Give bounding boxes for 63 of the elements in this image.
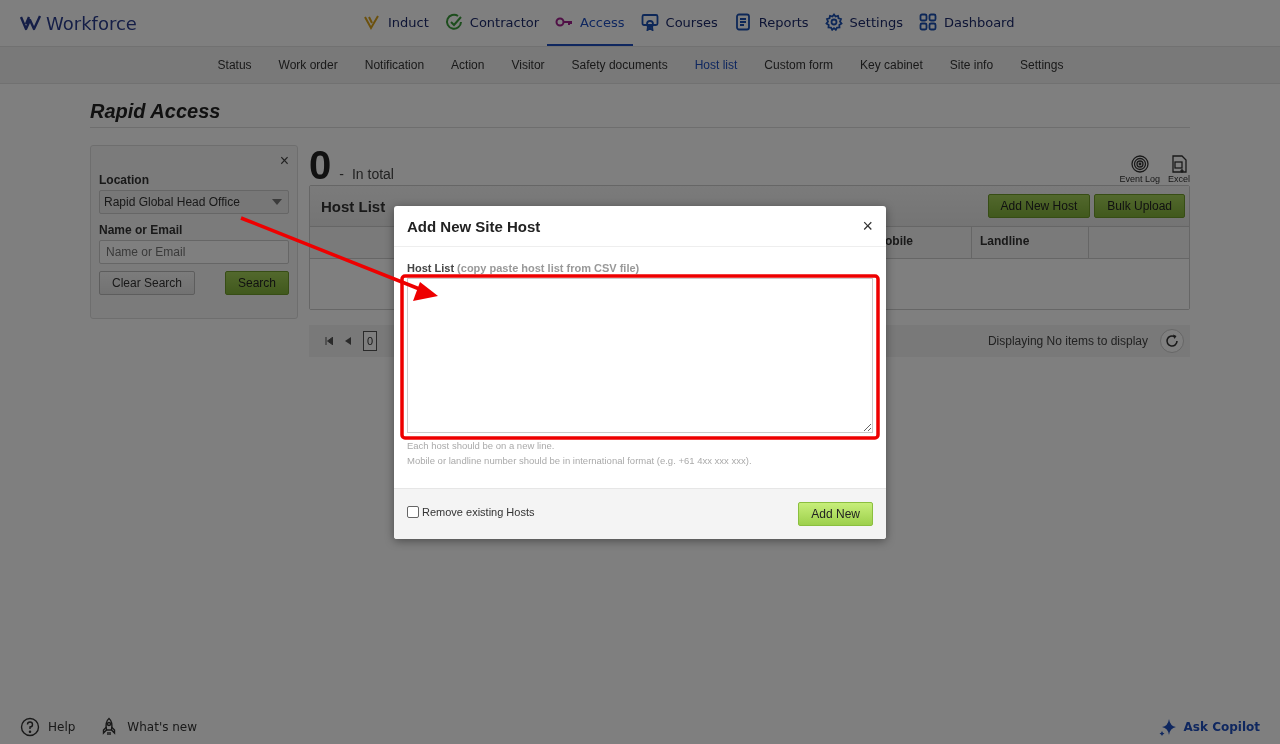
caret-icon xyxy=(272,199,282,205)
nav-tab[interactable]: Settings xyxy=(816,0,911,46)
toolbar-link[interactable]: Event Log xyxy=(1119,155,1160,185)
logo-icon xyxy=(20,15,44,31)
subnav-tab[interactable]: Host list xyxy=(694,58,738,72)
total-count: 0 xyxy=(309,145,332,185)
checkbox[interactable] xyxy=(407,506,419,518)
footer-link[interactable]: What's new xyxy=(99,717,198,737)
subnav-tab[interactable]: Action xyxy=(451,58,485,72)
panel-title: Host List xyxy=(321,197,386,215)
help-icon xyxy=(20,717,40,737)
target-icon xyxy=(1130,155,1149,173)
checkbox-label: Remove existing Hosts xyxy=(422,506,535,518)
refresh-icon xyxy=(1164,333,1180,349)
dash-text: - xyxy=(339,166,344,182)
clear-search-button[interactable]: Clear Search xyxy=(99,271,196,295)
subnav-tab[interactable]: Site info xyxy=(949,58,994,72)
check-circle-icon xyxy=(444,13,463,31)
subnav-tab[interactable]: Custom form xyxy=(764,58,833,72)
nav-tab[interactable]: Dashboard xyxy=(910,0,1023,46)
subnav-tab[interactable]: Safety documents xyxy=(571,58,668,72)
previous-page-icon[interactable] xyxy=(345,337,351,345)
brand-logo[interactable]: Workforce xyxy=(20,12,355,34)
column-header[interactable]: Landline xyxy=(972,227,1089,258)
nav-tab[interactable]: Courses xyxy=(632,0,726,46)
field-label: Host List (copy paste host list from CSV file) xyxy=(407,262,641,274)
page-number[interactable]: 0 xyxy=(363,331,378,351)
close-button[interactable]: × xyxy=(862,215,873,237)
nav-tab[interactable]: Induct xyxy=(355,0,437,46)
copilot-link[interactable]: Ask Copilot xyxy=(1157,717,1260,737)
subnav-tab[interactable]: Visitor xyxy=(511,58,545,72)
settings-icon xyxy=(824,13,843,31)
subnav-tab[interactable]: Status xyxy=(217,58,252,72)
search-button[interactable]: Search xyxy=(224,271,289,295)
first-page-icon[interactable] xyxy=(325,337,333,345)
search-field[interactable]: Name or Email xyxy=(99,240,289,264)
refresh-button[interactable] xyxy=(1160,329,1184,353)
footer-link[interactable]: Help xyxy=(20,717,76,737)
bulk-upload-button[interactable]: Bulk Upload xyxy=(1094,194,1185,218)
add-host-button[interactable]: Add New Host xyxy=(987,194,1091,218)
field-label: Location xyxy=(99,173,150,187)
subnav-tab[interactable]: Notification xyxy=(364,58,425,72)
certificate-icon xyxy=(640,13,659,31)
subnav-tab[interactable]: Key cabinet xyxy=(860,58,923,72)
field-label: Name or Email xyxy=(99,223,184,237)
page-title: Rapid Access xyxy=(90,100,1190,128)
close-button[interactable]: × xyxy=(279,152,289,170)
document-icon xyxy=(733,13,752,31)
nav-tab[interactable]: Reports xyxy=(725,0,817,46)
help-text: Each host should be on a new line. xyxy=(407,439,556,453)
pager-status: Displaying No items to display xyxy=(987,334,1148,348)
total-label: In total xyxy=(351,166,394,182)
spreadsheet-icon xyxy=(1170,155,1188,173)
nav-tab[interactable]: Contractor xyxy=(436,0,548,46)
add-new-button[interactable]: Add New xyxy=(798,502,873,526)
location-dropdown[interactable]: Rapid Global Head Office xyxy=(99,190,289,214)
help-text: Mobile or landline number should be in international format (e.g. +61 4xx xxx xxx). xyxy=(407,454,753,468)
dialog-title: Add New Site Host xyxy=(407,217,541,235)
toolbar-link[interactable]: Excel xyxy=(1168,155,1190,185)
subnav-tab[interactable]: Settings xyxy=(1020,58,1064,72)
subnav-tab[interactable]: Work order xyxy=(278,58,338,72)
grid-icon xyxy=(918,13,937,31)
v-mark-icon xyxy=(363,13,381,31)
